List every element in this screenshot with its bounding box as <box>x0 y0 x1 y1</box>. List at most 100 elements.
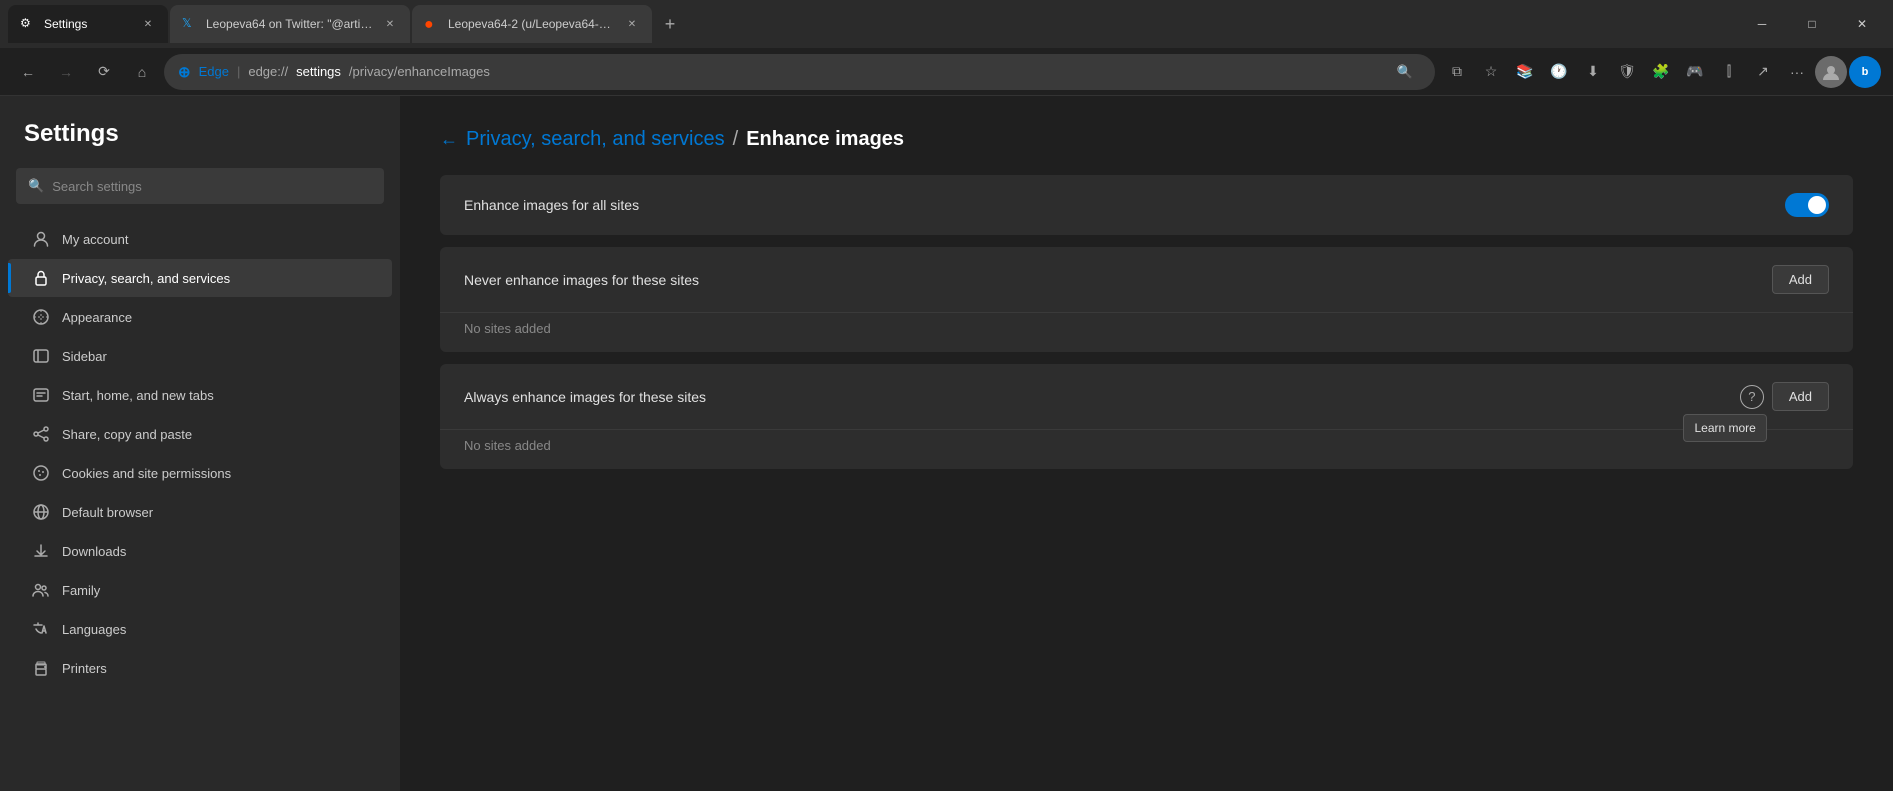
enhance-all-toggle[interactable] <box>1785 193 1829 217</box>
twitter-tab-icon: 𝕏 <box>182 16 198 32</box>
profile-button[interactable] <box>1815 56 1847 88</box>
never-enhance-row: Never enhance images for these sites Add <box>440 247 1853 312</box>
tab-reddit[interactable]: ● Leopeva64-2 (u/Leopeva64-2) - ... ✕ <box>412 5 652 43</box>
search-settings-box[interactable]: 🔍 Search settings <box>16 168 384 204</box>
sidebar-item-share-copy[interactable]: Share, copy and paste <box>8 415 392 453</box>
enhance-all-label: Enhance images for all sites <box>464 197 1785 213</box>
always-enhance-empty-text: No sites added <box>440 429 1853 469</box>
favorites-icon[interactable]: ☆ <box>1475 56 1507 88</box>
address-path: settings <box>296 64 341 79</box>
window-controls: ─ □ ✕ <box>1739 8 1885 40</box>
settings-tab-close[interactable]: ✕ <box>140 16 156 32</box>
edge-logo-icon: ⊕ <box>178 63 191 81</box>
sidebar-item-family[interactable]: Family <box>8 571 392 609</box>
enhance-all-row: Enhance images for all sites <box>440 175 1853 235</box>
sidebar-item-downloads[interactable]: Downloads <box>8 532 392 570</box>
sidebar-nav-label: Sidebar <box>62 349 107 364</box>
family-label: Family <box>62 583 100 598</box>
start-home-label: Start, home, and new tabs <box>62 388 214 403</box>
sidebar-item-privacy[interactable]: Privacy, search, and services <box>8 259 392 297</box>
extensions-icon[interactable]: 🧩 <box>1645 56 1677 88</box>
sidebar-item-appearance[interactable]: Appearance <box>8 298 392 336</box>
nav-actions: ⧉ ☆ 📚 🕐 ⬇ 🛡 🧩 🎮 ⫿ ↗ ··· b <box>1441 56 1881 88</box>
history-icon[interactable]: 🕐 <box>1543 56 1575 88</box>
always-enhance-row: Always enhance images for these sites ? … <box>440 364 1853 429</box>
split-screen-icon[interactable]: ⧉ <box>1441 56 1473 88</box>
sidebar-item-sidebar[interactable]: Sidebar <box>8 337 392 375</box>
content-area: ← Privacy, search, and services / Enhanc… <box>400 96 1893 791</box>
tab-bar: ⚙ Settings ✕ 𝕏 Leopeva64 on Twitter: "@a… <box>8 0 1735 48</box>
sidebar-item-start-home[interactable]: Start, home, and new tabs <box>8 376 392 414</box>
nav-bar: ← → ⟳ ⌂ ⊕ Edge | edge://settings/privacy… <box>0 48 1893 96</box>
reddit-tab-title: Leopeva64-2 (u/Leopeva64-2) - ... <box>448 17 616 31</box>
breadcrumb-current-page: Enhance images <box>746 128 904 151</box>
my-account-icon <box>32 230 50 248</box>
always-enhance-help-icon[interactable]: ? Learn more <box>1740 385 1764 409</box>
browser-essentials-icon[interactable]: 🛡 <box>1611 56 1643 88</box>
default-browser-label: Default browser <box>62 505 153 520</box>
settings-tab-title: Settings <box>44 17 132 31</box>
sidebar-nav-icon <box>32 347 50 365</box>
never-enhance-label: Never enhance images for these sites <box>464 272 1772 288</box>
share-copy-label: Share, copy and paste <box>62 427 192 442</box>
languages-label: Languages <box>62 622 126 637</box>
reddit-tab-close[interactable]: ✕ <box>624 16 640 32</box>
printers-label: Printers <box>62 661 107 676</box>
sidebar-item-printers[interactable]: Printers <box>8 649 392 687</box>
close-button[interactable]: ✕ <box>1839 8 1885 40</box>
title-bar: ⚙ Settings ✕ 𝕏 Leopeva64 on Twitter: "@a… <box>0 0 1893 48</box>
games-icon[interactable]: 🎮 <box>1679 56 1711 88</box>
breadcrumb-separator: / <box>733 128 739 151</box>
sidebar-item-cookies[interactable]: Cookies and site permissions <box>8 454 392 492</box>
new-tab-button[interactable]: + <box>654 8 686 40</box>
sidebar-item-default-browser[interactable]: Default browser <box>8 493 392 531</box>
refresh-button[interactable]: ⟳ <box>88 56 120 88</box>
maximize-button[interactable]: □ <box>1789 8 1835 40</box>
bing-button[interactable]: b <box>1849 56 1881 88</box>
family-icon <box>32 581 50 599</box>
breadcrumb-back-button[interactable]: ← <box>440 129 458 150</box>
settings-sidebar: Settings 🔍 Search settings My account Pr… <box>0 96 400 791</box>
breadcrumb-parent-link[interactable]: Privacy, search, and services <box>466 128 725 151</box>
sidebar-item-languages[interactable]: Languages <box>8 610 392 648</box>
share-icon[interactable]: ↗ <box>1747 56 1779 88</box>
cookies-label: Cookies and site permissions <box>62 466 231 481</box>
cookies-icon <box>32 464 50 482</box>
privacy-label: Privacy, search, and services <box>62 271 230 286</box>
back-button[interactable]: ← <box>12 56 44 88</box>
tab-settings[interactable]: ⚙ Settings ✕ <box>8 5 168 43</box>
downloads-icon[interactable]: ⬇ <box>1577 56 1609 88</box>
sidebar-item-my-account[interactable]: My account <box>8 220 392 258</box>
always-enhance-card: Always enhance images for these sites ? … <box>440 364 1853 469</box>
settings-tab-icon: ⚙ <box>20 16 36 32</box>
sidebar-icon[interactable]: ⫿ <box>1713 56 1745 88</box>
profile-avatar-icon <box>1821 62 1841 82</box>
never-enhance-add-button[interactable]: Add <box>1772 265 1829 294</box>
main-layout: Settings 🔍 Search settings My account Pr… <box>0 96 1893 791</box>
forward-button[interactable]: → <box>50 56 82 88</box>
tab-twitter[interactable]: 𝕏 Leopeva64 on Twitter: "@artifici... ✕ <box>170 5 410 43</box>
always-enhance-actions: ? Learn more Add <box>1740 382 1829 411</box>
address-divider: | <box>237 64 240 79</box>
search-icon[interactable]: 🔍 <box>1389 56 1421 88</box>
more-actions-icon[interactable]: ··· <box>1781 56 1813 88</box>
collections-icon[interactable]: 📚 <box>1509 56 1541 88</box>
minimize-button[interactable]: ─ <box>1739 8 1785 40</box>
twitter-tab-close[interactable]: ✕ <box>382 16 398 32</box>
appearance-icon <box>32 308 50 326</box>
address-bar[interactable]: ⊕ Edge | edge://settings/privacy/enhance… <box>164 54 1435 90</box>
privacy-icon <box>32 269 50 287</box>
always-enhance-add-button[interactable]: Add <box>1772 382 1829 411</box>
edge-label: Edge <box>199 64 229 79</box>
home-button[interactable]: ⌂ <box>126 56 158 88</box>
always-enhance-label: Always enhance images for these sites <box>464 389 1740 405</box>
never-enhance-card: Never enhance images for these sites Add… <box>440 247 1853 352</box>
twitter-tab-title: Leopeva64 on Twitter: "@artifici... <box>206 17 374 31</box>
languages-icon <box>32 620 50 638</box>
sidebar-title: Settings <box>0 120 400 168</box>
downloads-nav-icon <box>32 542 50 560</box>
reddit-tab-icon: ● <box>424 16 440 32</box>
my-account-label: My account <box>62 232 128 247</box>
share-copy-icon <box>32 425 50 443</box>
downloads-label: Downloads <box>62 544 126 559</box>
